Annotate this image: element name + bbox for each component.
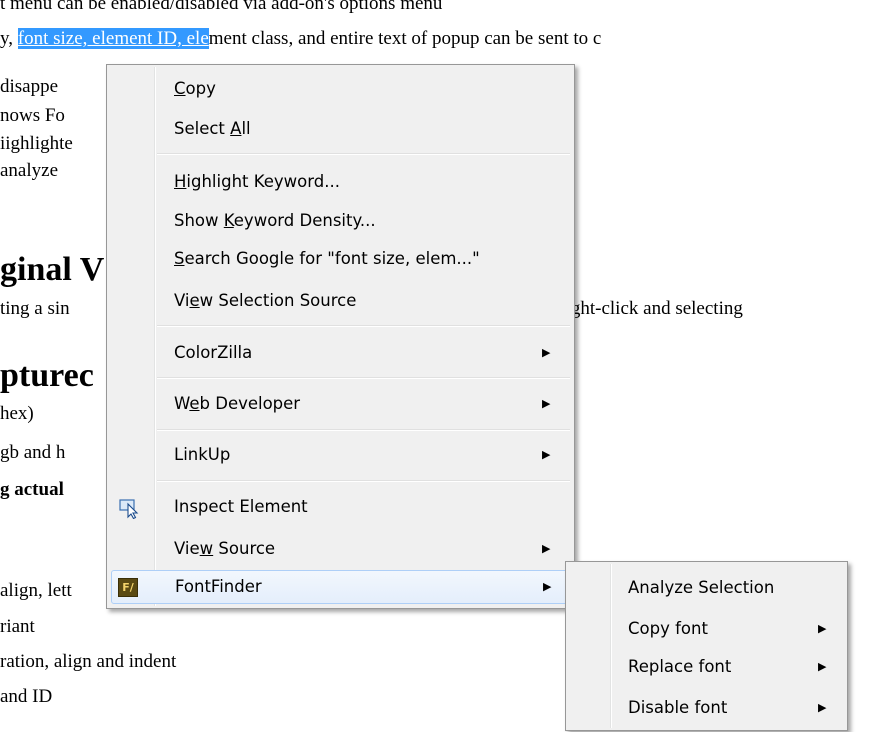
page-line-8: hex): [0, 403, 34, 424]
page-line-3: disappe: [0, 76, 59, 97]
page-line-1: t menu can be enabled/disabled via add-o…: [0, 0, 443, 14]
submenu-arrow-icon: ▶: [818, 622, 827, 635]
menu-item-inspect-element[interactable]: Inspect Element: [107, 491, 574, 523]
menu-item-view-selection-source[interactable]: View Selection Source: [107, 285, 574, 317]
page-line-13: ration, align and indent: [0, 651, 177, 672]
menu-item-search-google[interactable]: Search Google for "font size, elem...": [107, 243, 574, 275]
submenu-item-copy-font[interactable]: Copy font ▶: [566, 613, 847, 645]
inspect-cursor-icon: [119, 498, 141, 530]
menu-item-colorzilla[interactable]: ColorZilla ▶: [107, 337, 574, 369]
context-menu: Copy Select All Highlight Keyword... Sho…: [106, 64, 575, 609]
submenu-item-replace-font[interactable]: Replace font ▶: [566, 651, 847, 683]
submenu-arrow-icon: ▶: [543, 580, 552, 593]
page-line-14: and ID: [0, 686, 53, 707]
page-line-9: gb and h: [0, 442, 66, 463]
page-line-10: g actual: [0, 479, 64, 500]
menu-item-view-source[interactable]: View Source ▶: [107, 533, 574, 565]
menu-separator: [157, 377, 570, 379]
submenu-arrow-icon: ▶: [542, 542, 551, 555]
menu-item-keyword-density[interactable]: Show Keyword Density...: [107, 205, 574, 237]
submenu-item-disable-font[interactable]: Disable font ▶: [566, 692, 847, 724]
page-line-12: riant: [0, 616, 35, 637]
menu-item-fontfinder[interactable]: F/ FontFinder ▶: [111, 570, 570, 604]
page-line-11: align, lett: [0, 580, 72, 601]
menu-item-select-all[interactable]: Select All: [107, 113, 574, 145]
page-heading-original: ginal V: [0, 251, 105, 288]
menu-separator: [157, 153, 570, 155]
page-line-5: iighlighte: [0, 133, 73, 154]
submenu-item-analyze-selection[interactable]: Analyze Selection: [566, 572, 847, 604]
menu-item-copy[interactable]: Copy: [107, 73, 574, 105]
page-heading-captured: pturec: [0, 357, 94, 394]
submenu-arrow-icon: ▶: [818, 660, 827, 673]
page-line-6: analyze: [0, 160, 59, 181]
menu-item-highlight-keyword[interactable]: Highlight Keyword...: [107, 166, 574, 198]
page-line-4: nows Fo: [0, 105, 65, 126]
page-line-2: y, font size, element ID, element class,…: [0, 28, 602, 49]
submenu-arrow-icon: ▶: [542, 397, 551, 410]
menu-item-linkup[interactable]: LinkUp ▶: [107, 439, 574, 471]
submenu-arrow-icon: ▶: [542, 448, 551, 461]
menu-separator: [157, 429, 570, 431]
menu-separator: [157, 325, 570, 327]
selected-text[interactable]: font size, element ID, ele: [17, 28, 209, 49]
menu-separator: [157, 480, 570, 482]
submenu-arrow-icon: ▶: [818, 701, 827, 714]
fontfinder-submenu: Analyze Selection Copy font ▶ Replace fo…: [565, 561, 848, 731]
menu-item-web-developer[interactable]: Web Developer ▶: [107, 388, 574, 420]
submenu-arrow-icon: ▶: [542, 346, 551, 359]
fontfinder-logo-icon: F/: [118, 578, 138, 597]
